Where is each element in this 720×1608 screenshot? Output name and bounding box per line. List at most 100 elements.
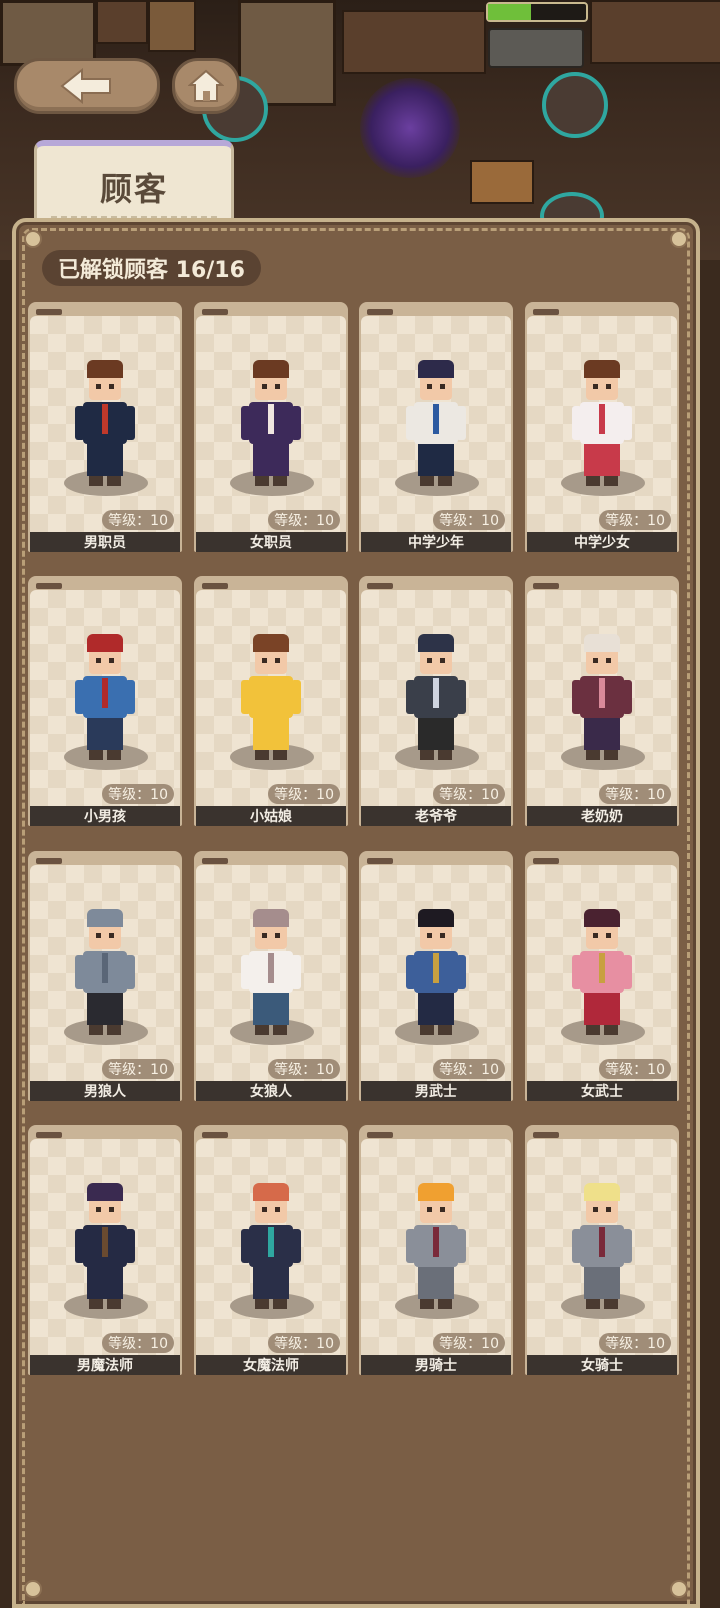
customer-card[interactable]: 等级：10 女骑士 — [525, 1125, 679, 1375]
card-portrait: 等级：10 — [527, 590, 677, 806]
level-badge: 等级：10 — [433, 510, 505, 530]
card-portrait: 等级：10 — [527, 1139, 677, 1355]
order-bubble — [542, 72, 608, 138]
panel-rivet — [670, 1580, 688, 1598]
panel-rivet — [24, 1580, 42, 1598]
customer-card[interactable]: 等级：10 女武士 — [525, 851, 679, 1101]
card-tab-mark — [367, 1132, 393, 1138]
level-badge: 等级：10 — [599, 1059, 671, 1079]
character-sprite — [406, 360, 466, 486]
card-portrait: 等级：10 — [361, 865, 511, 1081]
customer-card[interactable]: 等级：10 中学少年 — [359, 302, 513, 552]
level-badge: 等级：10 — [268, 1059, 340, 1079]
home-icon — [188, 69, 224, 102]
panel-rivet — [24, 230, 42, 248]
counter-decoration — [342, 10, 486, 74]
customer-card[interactable]: 等级：10 女职员 — [194, 302, 348, 552]
customer-card[interactable]: 等级：10 小姑娘 — [194, 576, 348, 826]
magic-orb-decoration — [360, 78, 460, 178]
card-portrait: 等级：10 — [527, 865, 677, 1081]
home-button[interactable] — [172, 58, 240, 114]
customer-name: 男职员 — [30, 532, 180, 552]
shelf-decoration — [96, 0, 148, 44]
card-portrait: 等级：10 — [30, 590, 180, 806]
customer-card[interactable]: 等级：10 老爷爷 — [359, 576, 513, 826]
card-tab-mark — [36, 583, 62, 589]
card-tab-mark — [202, 1132, 228, 1138]
card-tab-mark — [367, 309, 393, 315]
card-portrait: 等级：10 — [196, 316, 346, 532]
customer-name: 男武士 — [361, 1081, 511, 1101]
card-portrait: 等级：10 — [196, 1139, 346, 1355]
character-sprite — [572, 1183, 632, 1309]
back-button[interactable] — [14, 58, 160, 114]
unlocked-count-badge: 已解锁顾客 16/16 — [42, 250, 261, 286]
level-badge: 等级：10 — [599, 1333, 671, 1353]
character-sprite — [572, 909, 632, 1035]
crate-decoration — [470, 160, 534, 204]
customer-name: 小男孩 — [30, 806, 180, 826]
card-portrait: 等级：10 — [196, 865, 346, 1081]
character-sprite — [75, 909, 135, 1035]
customer-card[interactable]: 等级：10 男武士 — [359, 851, 513, 1101]
character-sprite — [406, 634, 466, 760]
character-sprite — [406, 909, 466, 1035]
card-tab-mark — [533, 309, 559, 315]
status-slot — [488, 28, 584, 68]
window-decoration — [0, 0, 96, 66]
card-tab-mark — [202, 309, 228, 315]
panel-rivet — [670, 230, 688, 248]
customer-name: 女武士 — [527, 1081, 677, 1101]
card-portrait: 等级：10 — [30, 1139, 180, 1355]
level-badge: 等级：10 — [268, 784, 340, 804]
card-tab-mark — [202, 858, 228, 864]
customer-name: 男魔法师 — [30, 1355, 180, 1375]
customer-name: 女职员 — [196, 532, 346, 552]
customer-card[interactable]: 等级：10 男魔法师 — [28, 1125, 182, 1375]
card-tab-mark — [367, 858, 393, 864]
level-badge: 等级：10 — [433, 784, 505, 804]
level-badge: 等级：10 — [268, 1333, 340, 1353]
card-portrait: 等级：10 — [30, 865, 180, 1081]
customer-card[interactable]: 等级：10 男职员 — [28, 302, 182, 552]
customer-name: 女狼人 — [196, 1081, 346, 1101]
level-badge: 等级：10 — [599, 784, 671, 804]
customer-card[interactable]: 等级：10 男骑士 — [359, 1125, 513, 1375]
customer-card[interactable]: 等级：10 老奶奶 — [525, 576, 679, 826]
character-sprite — [75, 360, 135, 486]
card-portrait: 等级：10 — [196, 590, 346, 806]
shelf-decoration — [590, 0, 720, 64]
customer-name: 女魔法师 — [196, 1355, 346, 1375]
card-tab-mark — [36, 858, 62, 864]
customer-card[interactable]: 等级：10 男狼人 — [28, 851, 182, 1101]
level-badge: 等级：10 — [102, 510, 174, 530]
page-title: 顾客 — [99, 170, 168, 208]
customer-name: 中学少年 — [361, 532, 511, 552]
character-sprite — [241, 360, 301, 486]
level-badge: 等级：10 — [599, 510, 671, 530]
customer-card[interactable]: 等级：10 女魔法师 — [194, 1125, 348, 1375]
level-badge: 等级：10 — [433, 1333, 505, 1353]
customer-name: 男骑士 — [361, 1355, 511, 1375]
level-badge: 等级：10 — [433, 1059, 505, 1079]
progress-bar — [486, 2, 588, 22]
card-tab-mark — [533, 1132, 559, 1138]
card-tab-mark — [367, 583, 393, 589]
customer-card[interactable]: 等级：10 小男孩 — [28, 576, 182, 826]
customer-card[interactable]: 等级：10 中学少女 — [525, 302, 679, 552]
level-badge: 等级：10 — [102, 1333, 174, 1353]
character-sprite — [241, 909, 301, 1035]
sign-decoration — [148, 0, 196, 52]
card-tab-mark — [533, 858, 559, 864]
card-portrait: 等级：10 — [361, 1139, 511, 1355]
character-sprite — [75, 1183, 135, 1309]
customer-name: 女骑士 — [527, 1355, 677, 1375]
level-badge: 等级：10 — [102, 784, 174, 804]
customer-card[interactable]: 等级：10 女狼人 — [194, 851, 348, 1101]
character-sprite — [572, 634, 632, 760]
card-portrait: 等级：10 — [527, 316, 677, 532]
card-tab-mark — [202, 583, 228, 589]
character-sprite — [75, 634, 135, 760]
card-tab-mark — [533, 583, 559, 589]
level-badge: 等级：10 — [268, 510, 340, 530]
